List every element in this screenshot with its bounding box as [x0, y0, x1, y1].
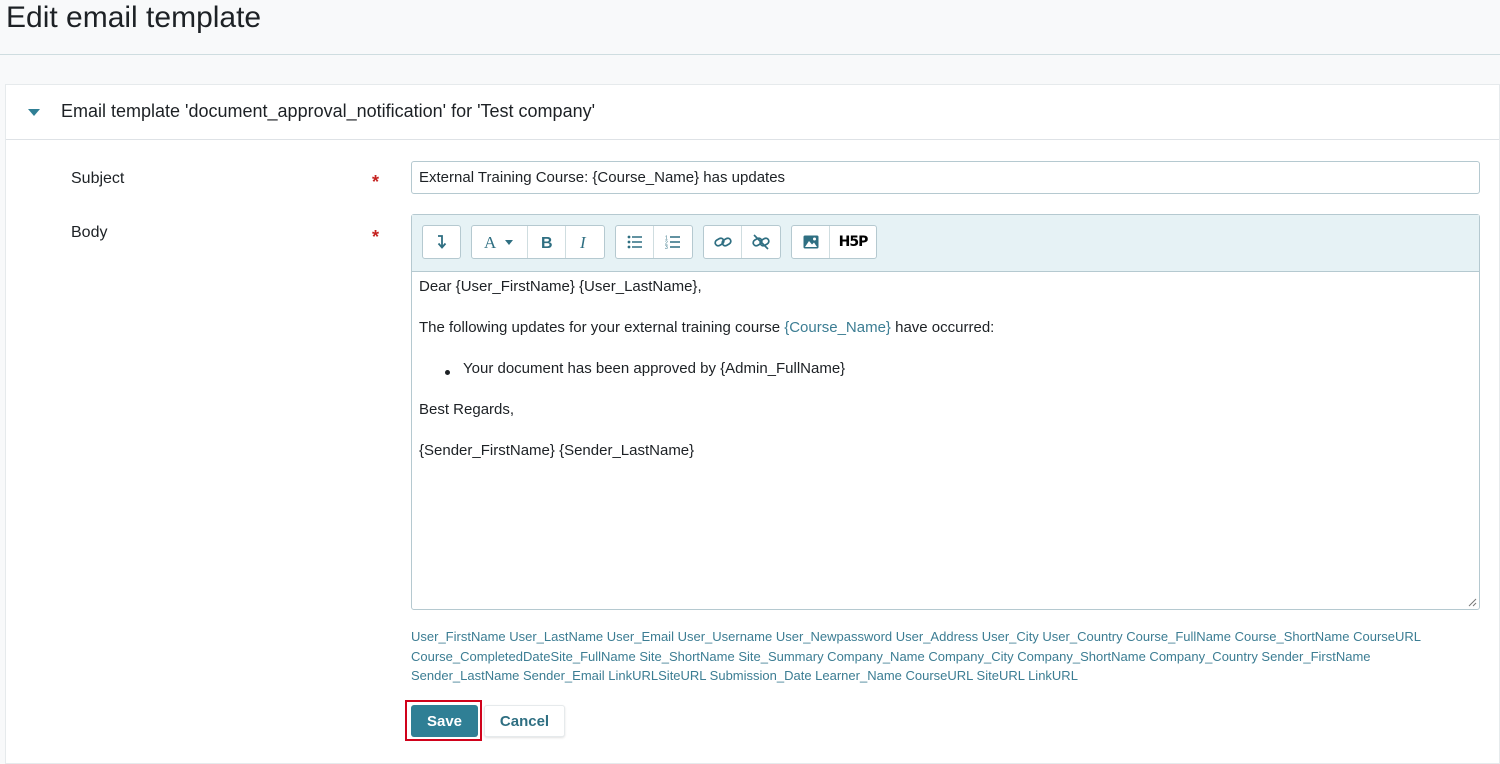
bold-icon: B — [541, 235, 553, 250]
bullet-text: Your document has been approved by {Admi… — [463, 360, 846, 377]
font-style-icon: A — [484, 234, 513, 250]
svg-text:B: B — [541, 235, 553, 250]
h5p-button[interactable]: H5P — [830, 226, 876, 258]
italic-icon: I — [579, 234, 587, 250]
toolbar-group-lists: 123 — [615, 225, 693, 259]
toolbar-group-format: A B I — [471, 225, 605, 259]
body-editor[interactable]: A B I 123 H5P Dear {User_FirstName} {Use… — [411, 214, 1480, 610]
save-button[interactable]: Save — [411, 705, 478, 737]
body-closing: Best Regards, — [419, 401, 515, 418]
toolbar-group-media: H5P — [791, 225, 877, 259]
image-button[interactable] — [792, 226, 830, 258]
page-header: Edit email template — [0, 0, 1500, 55]
placeholder-line-2: Course_CompletedDateSite_FullName Site_S… — [411, 648, 1371, 664]
editor-toolbar: A B I 123 H5P — [412, 215, 1479, 272]
svg-text:A: A — [484, 234, 497, 250]
bullet-list-icon — [627, 235, 642, 249]
bullet-list-button[interactable] — [616, 226, 654, 258]
body-label: Body — [71, 224, 108, 241]
subject-input[interactable]: External Training Course: {Course_Name} … — [411, 161, 1480, 194]
toolbar-group-links — [703, 225, 781, 259]
body-intro: The following updates for your external … — [419, 318, 994, 338]
toolbar-toggle-button[interactable] — [423, 226, 460, 258]
bold-button[interactable]: B — [528, 226, 566, 258]
subject-label: Subject — [71, 170, 125, 187]
editor-content[interactable]: Dear {User_FirstName} {User_LastName}, T… — [419, 271, 1471, 609]
svg-text:3: 3 — [665, 245, 668, 249]
cancel-button[interactable]: Cancel — [484, 705, 565, 737]
body-intro-after: have occurred: — [890, 319, 995, 336]
placeholder-list: User_FirstName User_LastName User_Email … — [411, 627, 1481, 686]
body-greeting: Dear {User_FirstName} {User_LastName}, — [419, 278, 702, 295]
image-icon — [803, 235, 818, 249]
body-intro-before: The following updates for your external … — [419, 319, 785, 336]
numbered-list-icon: 123 — [665, 236, 680, 249]
text-style-button[interactable]: A — [472, 226, 528, 258]
placeholder-line-1: User_FirstName User_LastName User_Email … — [411, 629, 1422, 644]
unlink-button[interactable] — [742, 226, 780, 258]
card-title: Email template 'document_approval_notifi… — [61, 101, 596, 121]
svg-text:I: I — [579, 234, 587, 250]
subject-required-icon: * — [372, 172, 380, 192]
toolbar-group-expand — [422, 225, 461, 259]
course-name-placeholder: {Course_Name} — [784, 319, 891, 336]
link-button[interactable] — [704, 226, 742, 258]
body-required-icon: * — [372, 227, 380, 247]
numbered-list-button[interactable]: 123 — [654, 226, 692, 258]
body-signature: {Sender_FirstName} {Sender_LastName} — [419, 442, 695, 459]
caret-down-icon[interactable] — [28, 109, 40, 116]
card-header[interactable]: Email template 'document_approval_notifi… — [6, 85, 1499, 140]
unlink-icon — [752, 234, 770, 250]
body-bullet-item: Your document has been approved by {Admi… — [419, 359, 1019, 379]
bullet-icon — [445, 370, 450, 375]
link-icon — [713, 237, 732, 247]
arrow-down-turn-icon — [437, 235, 446, 249]
italic-button[interactable]: I — [566, 226, 604, 258]
placeholder-line-3: Sender_LastName Sender_Email LinkURLSite… — [411, 668, 1078, 683]
resize-handle-icon[interactable] — [1468, 598, 1477, 607]
page-title: Edit email template — [6, 1, 262, 34]
